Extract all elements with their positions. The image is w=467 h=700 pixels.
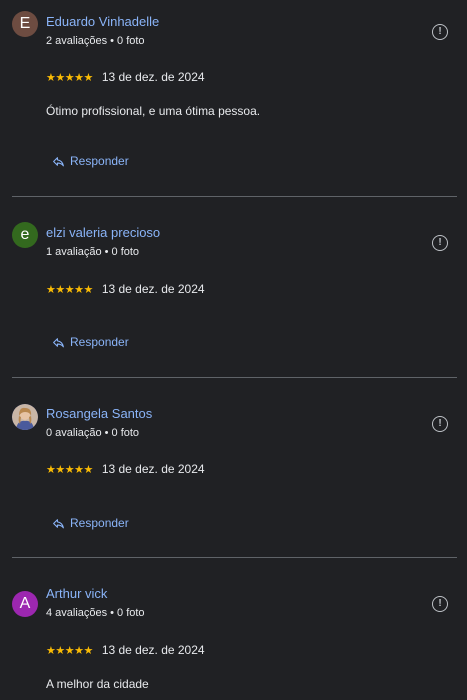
reply-label: Responder [70, 154, 129, 168]
separator-dot: • [104, 427, 109, 439]
reviewer-meta: 4 avaliações • 0 foto [46, 607, 145, 619]
reviewer-name[interactable]: Arthur vick [46, 586, 107, 601]
reply-arrow-icon [53, 156, 64, 166]
review-item: e elzi valeria precioso 1 avaliação • 0 fo… [0, 211, 467, 377]
star-rating: ★★★★★ [46, 463, 93, 476]
reviewer-name[interactable]: Eduardo Vinhadelle [46, 14, 159, 29]
star-rating: ★★★★★ [46, 644, 93, 657]
divider [12, 377, 457, 378]
divider [12, 557, 457, 558]
reply-label: Responder [70, 335, 129, 349]
alert-circle-icon[interactable]: ! [432, 235, 448, 251]
rating-row: ★★★★★ 13 de dez. de 2024 [46, 643, 205, 657]
review-count: 0 avaliação [46, 427, 102, 439]
avatar-photo [12, 404, 38, 430]
review-count: 2 avaliações [46, 35, 108, 47]
reply-button[interactable]: Responder [52, 516, 129, 530]
alert-circle-icon[interactable]: ! [432, 24, 448, 40]
reviewer-meta: 1 avaliação • 0 foto [46, 246, 139, 258]
separator-dot: • [110, 35, 115, 47]
reviews-list: E Eduardo Vinhadelle 2 avaliações • 0 foto… [0, 0, 467, 700]
review-date: 13 de dez. de 2024 [101, 282, 205, 296]
review-item: A Arthur vick 4 avaliações • 0 foto ! ★★★★… [0, 572, 467, 700]
star-rating: ★★★★★ [46, 71, 93, 84]
rating-row: ★★★★★ 13 de dez. de 2024 [46, 282, 205, 296]
reviewer-name[interactable]: elzi valeria precioso [46, 225, 160, 240]
star-rating: ★★★★★ [46, 283, 93, 296]
divider [12, 196, 457, 197]
review-item: Rosangela Santos 0 avaliação • 0 foto ! ★★… [0, 392, 467, 558]
rating-row: ★★★★★ 13 de dez. de 2024 [46, 462, 205, 476]
avatar[interactable]: A [12, 591, 38, 617]
reviewer-meta: 2 avaliações • 0 foto [46, 35, 145, 47]
avatar[interactable]: E [12, 11, 38, 37]
review-count: 1 avaliação [46, 246, 102, 258]
photo-count: 0 foto [111, 246, 140, 258]
review-item: E Eduardo Vinhadelle 2 avaliações • 0 foto… [0, 0, 467, 197]
separator-dot: • [104, 246, 109, 258]
review-date: 13 de dez. de 2024 [101, 462, 205, 476]
alert-circle-icon[interactable]: ! [432, 416, 448, 432]
photo-count: 0 foto [117, 607, 145, 619]
photo-count: 0 foto [117, 35, 145, 47]
reply-arrow-icon [53, 337, 64, 347]
review-text: A melhor da cidade [46, 677, 149, 691]
reply-button[interactable]: Responder [52, 154, 129, 168]
alert-circle-icon[interactable]: ! [432, 596, 448, 612]
review-count: 4 avaliações [46, 607, 108, 619]
review-date: 13 de dez. de 2024 [101, 70, 205, 84]
separator-dot: • [110, 607, 115, 619]
rating-row: ★★★★★ 13 de dez. de 2024 [46, 70, 205, 84]
reviewer-name[interactable]: Rosangela Santos [46, 406, 152, 421]
photo-count: 0 foto [111, 427, 140, 439]
avatar[interactable] [12, 404, 38, 430]
reply-button[interactable]: Responder [52, 335, 129, 349]
avatar[interactable]: e [12, 222, 38, 248]
review-date: 13 de dez. de 2024 [101, 643, 205, 657]
review-text: Ótimo profissional, e uma ótima pessoa. [46, 104, 261, 118]
reply-label: Responder [70, 516, 129, 530]
reviewer-meta: 0 avaliação • 0 foto [46, 427, 139, 439]
reply-arrow-icon [53, 518, 64, 528]
